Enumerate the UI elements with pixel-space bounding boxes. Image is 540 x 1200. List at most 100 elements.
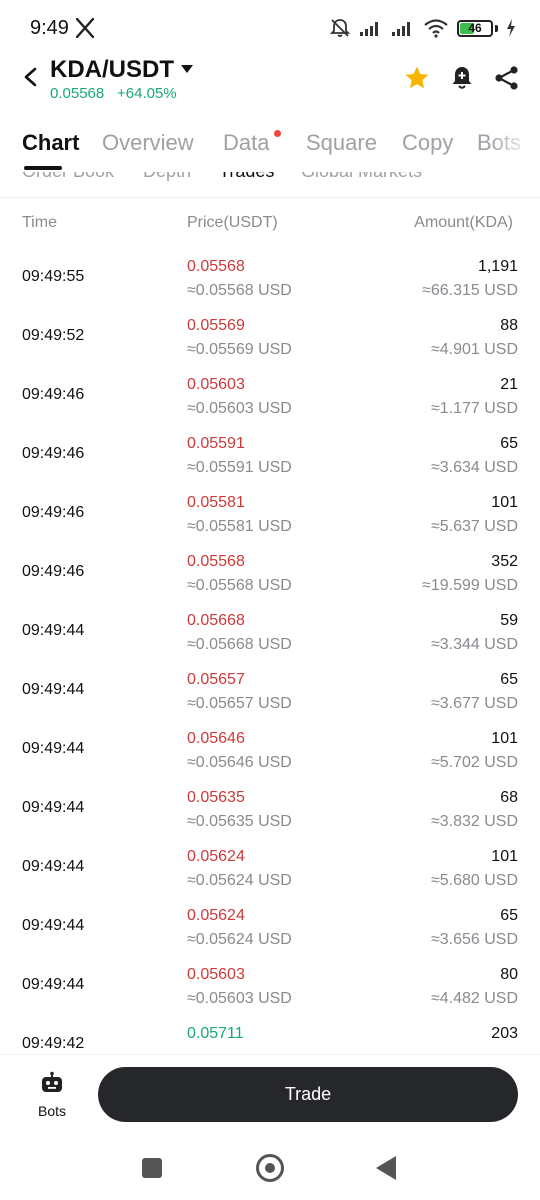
trade-price-usd: ≈0.05635 USD [187,813,292,830]
trade-price-usd: ≈0.05603 USD [187,990,292,1007]
subtab-trades[interactable]: Trades [219,172,274,182]
notification-dot [274,130,281,137]
caret-down-icon[interactable] [181,64,193,74]
status-time: 9:49 [30,17,69,39]
tab-data[interactable]: Data [223,130,269,156]
bots-label[interactable]: Bots [22,1103,82,1119]
trade-price: 0.05591 [187,435,245,452]
trade-row: 09:49:44 0.05635 ≈0.05635 USD 68 ≈3.832 USD [0,773,540,832]
trade-amount: 80 [500,966,518,983]
trade-time: 09:49:42 [22,1035,85,1052]
trade-price: 0.05657 [187,671,245,688]
trade-amount-usd: ≈5.637 USD [430,518,518,535]
trade-row: 09:49:44 0.05624 ≈0.05624 USD 65 ≈3.656 USD [0,891,540,950]
signal-icon [360,22,378,36]
trade-row: 09:49:46 0.05591 ≈0.05591 USD 65 ≈3.634 USD [0,419,540,478]
tab-copy[interactable]: Copy [402,130,453,156]
trade-amount-usd: ≈1.177 USD [430,400,518,417]
trade-price-usd: ≈0.05568 USD [187,577,292,594]
trade-row: 09:49:46 0.05568 ≈0.05568 USD 352 ≈19.599 US… [0,537,540,596]
recents-button[interactable] [142,1158,162,1178]
trade-price-usd: ≈0.05624 USD [187,931,292,948]
trade-amount-usd: ≈19.599 USD [422,577,518,594]
tab-chart[interactable]: Chart [22,130,79,156]
trade-price: 0.05568 [187,553,245,570]
trade-time: 09:49:44 [22,622,85,639]
tab-overview[interactable]: Overview [102,130,194,156]
trade-button[interactable]: Trade [98,1067,518,1122]
trade-amount: 88 [500,317,518,334]
column-price: Price(USDT) [187,214,278,231]
trade-time: 09:49:44 [22,799,85,816]
subtab-order-book[interactable]: Order Book [22,172,114,182]
system-back-button[interactable] [376,1156,396,1180]
trade-price: 0.05569 [187,317,245,334]
battery-tip [495,24,498,32]
trade-amount-usd: ≈5.680 USD [430,872,518,889]
trade-amount-usd: ≈3.677 USD [430,695,518,712]
trade-amount-usd: ≈3.656 USD [430,931,518,948]
trade-row: 09:49:44 0.05624 ≈0.05624 USD 101 ≈5.680 USD [0,832,540,891]
home-button[interactable] [256,1154,284,1182]
trade-price: 0.05635 [187,789,245,806]
trade-amount: 68 [500,789,518,806]
trade-amount: 352 [491,553,518,570]
subtab-depth[interactable]: Depth [143,172,191,182]
trade-amount-usd: ≈3.344 USD [430,636,518,653]
trade-amount: 101 [491,848,518,865]
tabs-fade [490,126,540,172]
trade-amount: 101 [491,730,518,747]
column-time: Time [22,214,57,231]
status-bar: 9:49 46 [0,0,540,56]
tab-square[interactable]: Square [306,130,377,156]
last-price: 0.05568 [50,85,105,102]
share-icon[interactable] [494,65,520,91]
wifi-icon [424,19,448,38]
battery-level: 46 [468,20,482,35]
alert-bell-icon[interactable] [449,65,475,91]
trade-row: 09:49:44 0.05603 ≈0.05603 USD 80 ≈4.482 USD [0,950,540,1009]
trade-price-usd: ≈0.05569 USD [187,341,292,358]
subtab-global-markets[interactable]: Global Markets [301,172,422,182]
robot-icon[interactable] [40,1071,64,1095]
trade-amount-usd: ≈66.315 USD [422,282,518,299]
trades-list[interactable]: 09:49:55 0.05568 ≈0.05568 USD 1,191 ≈66.315 … [0,242,540,1054]
trade-price-usd: ≈0.05581 USD [187,518,292,535]
tab-active-indicator [24,166,62,170]
x-app-icon [76,18,94,38]
trade-price: 0.05711 [187,1025,244,1042]
trade-amount: 59 [500,612,518,629]
pair-title[interactable]: KDA/USDT [50,56,174,84]
trade-amount: 1,191 [477,258,518,275]
trade-time: 09:49:44 [22,858,85,875]
price-change: +64.05% [117,85,177,102]
column-amount: Amount(KDA) [414,214,513,231]
trade-amount: 65 [500,671,518,688]
trade-price: 0.05581 [187,494,245,511]
trade-row: 09:49:44 0.05668 ≈0.05668 USD 59 ≈3.344 USD [0,596,540,655]
bell-muted-icon [329,19,351,37]
trade-price-usd: ≈0.05657 USD [187,695,292,712]
back-icon[interactable] [20,66,42,88]
status-icons: 46 [329,16,516,40]
sub-tabs: Order Book Depth Trades Global Markets [0,172,540,182]
trade-amount-usd: ≈3.832 USD [430,813,518,830]
home-dot [265,1163,275,1173]
trade-time: 09:49:46 [22,504,85,521]
trade-row: 09:49:42 0.05711 203 [0,1009,540,1054]
trade-price: 0.05603 [187,966,245,983]
trade-amount: 65 [500,435,518,452]
trade-price: 0.05603 [187,376,245,393]
star-icon[interactable] [404,65,430,91]
trade-time: 09:49:46 [22,386,85,403]
trade-price-usd: ≈0.05646 USD [187,754,292,771]
trade-time: 09:49:44 [22,917,85,934]
system-nav-bar [0,1134,540,1200]
trade-row: 09:49:52 0.05569 ≈0.05569 USD 88 ≈4.901 USD [0,301,540,360]
divider [0,197,540,198]
trade-time: 09:49:52 [22,327,85,344]
trade-time: 09:49:46 [22,445,85,462]
trade-row: 09:49:55 0.05568 ≈0.05568 USD 1,191 ≈66.315 … [0,242,540,301]
pair-header: KDA/USDT 0.05568 +64.05% [0,56,540,112]
trade-time: 09:49:55 [22,268,85,285]
